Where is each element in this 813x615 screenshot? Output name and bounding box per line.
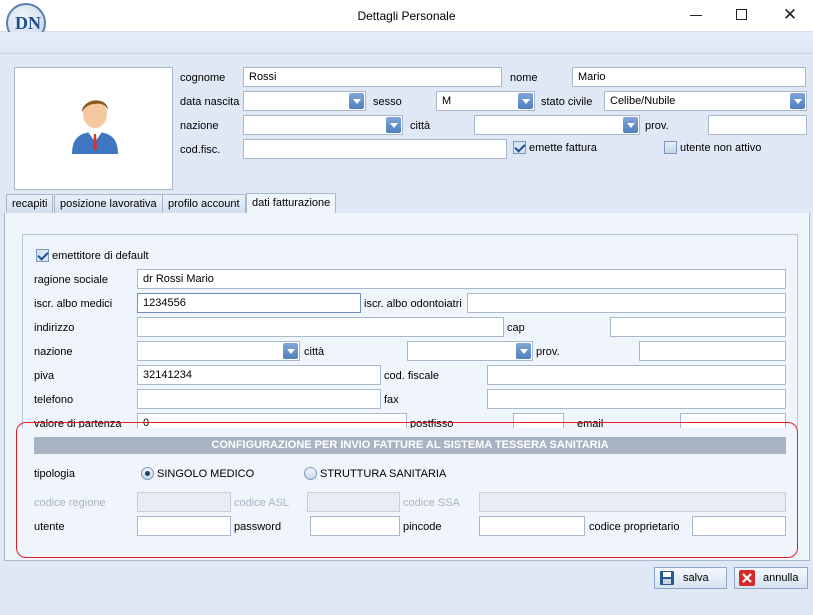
chevron-down-icon[interactable] [518, 93, 533, 109]
chevron-down-icon[interactable] [516, 343, 531, 359]
codfisc-label: cod.fisc. [180, 144, 221, 156]
billing-nazione-select[interactable] [137, 341, 300, 361]
nome-field[interactable]: Mario [572, 67, 806, 87]
emettitore-default-checkbox[interactable] [36, 249, 49, 262]
ragione-sociale-field[interactable]: dr Rossi Mario [137, 269, 786, 289]
citta-label: città [410, 120, 431, 132]
utente-non-attivo-checkbox[interactable] [664, 141, 677, 154]
telefono-label: telefono [34, 394, 74, 406]
stato-civile-label: stato civile [541, 96, 593, 108]
telefono-field[interactable] [137, 389, 381, 409]
annulla-button[interactable]: annulla [734, 567, 808, 589]
tab-posizione-lavorativa[interactable]: posizione lavorativa [54, 194, 163, 214]
emette-fattura-checkbox[interactable] [513, 141, 526, 154]
stato-civile-select[interactable]: Celibe/Nubile [604, 91, 807, 111]
ragione-sociale-label: ragione sociale [34, 274, 108, 286]
fax-label: fax [384, 394, 399, 406]
annulla-label: annulla [763, 572, 799, 584]
nome-label: nome [510, 72, 538, 84]
prov-label: prov. [645, 120, 669, 132]
salva-button[interactable]: salva [654, 567, 727, 589]
utente-non-attivo-label: utente non attivo [680, 142, 762, 154]
nazione-label: nazione [180, 120, 219, 132]
indirizzo-label: indirizzo [34, 322, 75, 334]
billing-citta-select[interactable] [407, 341, 533, 361]
albo-medici-label: iscr. albo medici [34, 298, 113, 310]
floppy-disk-icon [660, 571, 674, 585]
data-nascita-picker[interactable] [243, 91, 366, 111]
albo-medici-field[interactable]: 1234556 [137, 293, 361, 313]
emettitore-default-label: emettitore di default [52, 250, 149, 262]
sesso-select[interactable]: M [436, 91, 535, 111]
close-icon [739, 570, 755, 586]
close-window-button[interactable]: ✕ [780, 5, 800, 25]
tab-profilo-account[interactable]: profilo account [162, 194, 246, 214]
salva-label: salva [683, 572, 709, 584]
cod-fiscale-field[interactable] [487, 365, 786, 385]
chevron-down-icon[interactable] [349, 93, 364, 109]
albo-odontoiatri-field[interactable] [467, 293, 786, 313]
highlight-box [16, 422, 798, 558]
sesso-label: sesso [373, 96, 402, 108]
indirizzo-field[interactable] [137, 317, 504, 337]
chevron-down-icon[interactable] [386, 117, 401, 133]
cognome-label: cognome [180, 72, 226, 84]
window-title: Dettagli Personale [357, 9, 456, 23]
codfisc-field[interactable] [243, 139, 507, 159]
billing-citta-label: città [304, 346, 325, 358]
billing-nazione-label: nazione [34, 346, 73, 358]
data-nascita-label: data nascita [180, 96, 240, 108]
billing-prov-field[interactable] [639, 341, 786, 361]
chevron-down-icon[interactable] [283, 343, 298, 359]
minimize-button[interactable] [690, 15, 702, 16]
cod-fiscale-label: cod. fiscale [384, 370, 440, 382]
title-bar: DN Dettagli Personale ✕ [0, 0, 813, 43]
window-border-top [0, 32, 813, 54]
nazione-select[interactable] [243, 115, 403, 135]
cap-field[interactable] [610, 317, 786, 337]
citta-select[interactable] [474, 115, 640, 135]
prov-field[interactable] [708, 115, 807, 135]
chevron-down-icon[interactable] [790, 93, 805, 109]
photo-box[interactable] [14, 67, 173, 190]
piva-label: piva [34, 370, 55, 382]
maximize-button[interactable] [736, 9, 747, 20]
cognome-field[interactable]: Rossi [243, 67, 502, 87]
emette-fattura-label: emette fattura [529, 142, 597, 154]
fax-field[interactable] [487, 389, 786, 409]
cap-label: cap [507, 322, 525, 334]
billing-prov-label: prov. [536, 346, 560, 358]
tab-dati-fatturazione[interactable]: dati fatturazione [246, 193, 337, 214]
albo-odontoiatri-label: iscr. albo odontoiatri [364, 298, 462, 310]
chevron-down-icon[interactable] [623, 117, 638, 133]
user-avatar-icon [72, 100, 118, 154]
piva-field[interactable]: 32141234 [137, 365, 381, 385]
tab-recapiti[interactable]: recapiti [6, 194, 54, 214]
